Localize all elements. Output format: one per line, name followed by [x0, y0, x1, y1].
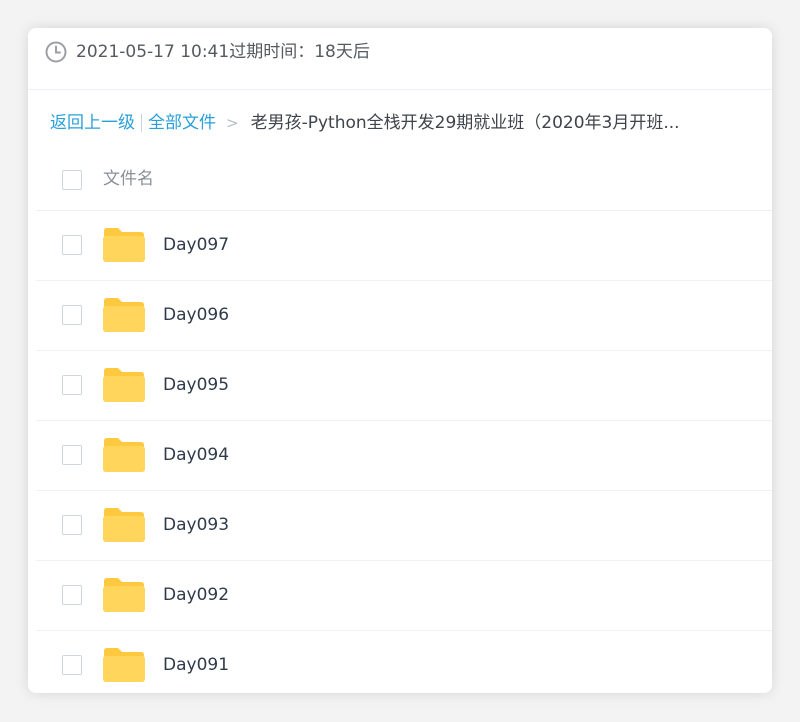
file-name: Day097 [163, 235, 230, 255]
file-name: Day093 [163, 515, 230, 535]
list-item[interactable]: Day092 [36, 561, 772, 631]
folder-icon [103, 228, 145, 262]
file-list-header: 文件名 [36, 150, 772, 211]
folder-icon [103, 508, 145, 542]
list-item[interactable]: Day097 [36, 211, 772, 281]
list-item[interactable]: Day095 [36, 351, 772, 421]
folder-icon [103, 298, 145, 332]
file-name: Day095 [163, 375, 230, 395]
back-link[interactable]: 返回上一级 [50, 109, 135, 137]
row-checkbox[interactable] [62, 585, 82, 605]
breadcrumb-separator: > [226, 114, 239, 132]
row-checkbox[interactable] [62, 515, 82, 535]
list-item[interactable]: Day093 [36, 491, 772, 561]
all-files-link[interactable]: 全部文件 [148, 109, 216, 137]
file-name: Day094 [163, 445, 230, 465]
list-item[interactable]: Day096 [36, 281, 772, 351]
list-item[interactable]: Day091 [36, 631, 772, 693]
row-checkbox[interactable] [62, 375, 82, 395]
folder-icon [103, 648, 145, 682]
row-checkbox[interactable] [62, 305, 82, 325]
folder-icon [103, 578, 145, 612]
current-folder-label: 老男孩-Python全栈开发29期就业班（2020年3月开班... [250, 113, 680, 133]
share-info-header: 2021-05-17 10:41过期时间：18天后 [28, 28, 772, 90]
list-item[interactable]: Day094 [36, 421, 772, 491]
breadcrumb-divider [141, 114, 142, 132]
file-list: 文件名 Day097 Day096 Day095 Day094 Day093 Day092… [36, 150, 772, 693]
clock-icon [45, 41, 67, 63]
folder-icon [103, 368, 145, 402]
row-checkbox[interactable] [62, 445, 82, 465]
row-checkbox[interactable] [62, 235, 82, 255]
breadcrumb: 返回上一级 全部文件 > 老男孩-Python全栈开发29期就业班（2020年3… [50, 109, 680, 137]
folder-icon [103, 438, 145, 472]
file-name: Day091 [163, 655, 230, 675]
share-file-panel: 2021-05-17 10:41过期时间：18天后 返回上一级 全部文件 > 老… [28, 28, 772, 693]
expiry-text: 2021-05-17 10:41过期时间：18天后 [76, 42, 370, 62]
column-filename: 文件名 [103, 169, 154, 189]
select-all-checkbox[interactable] [62, 170, 82, 190]
row-checkbox[interactable] [62, 655, 82, 675]
file-name: Day092 [163, 585, 230, 605]
file-name: Day096 [163, 305, 230, 325]
